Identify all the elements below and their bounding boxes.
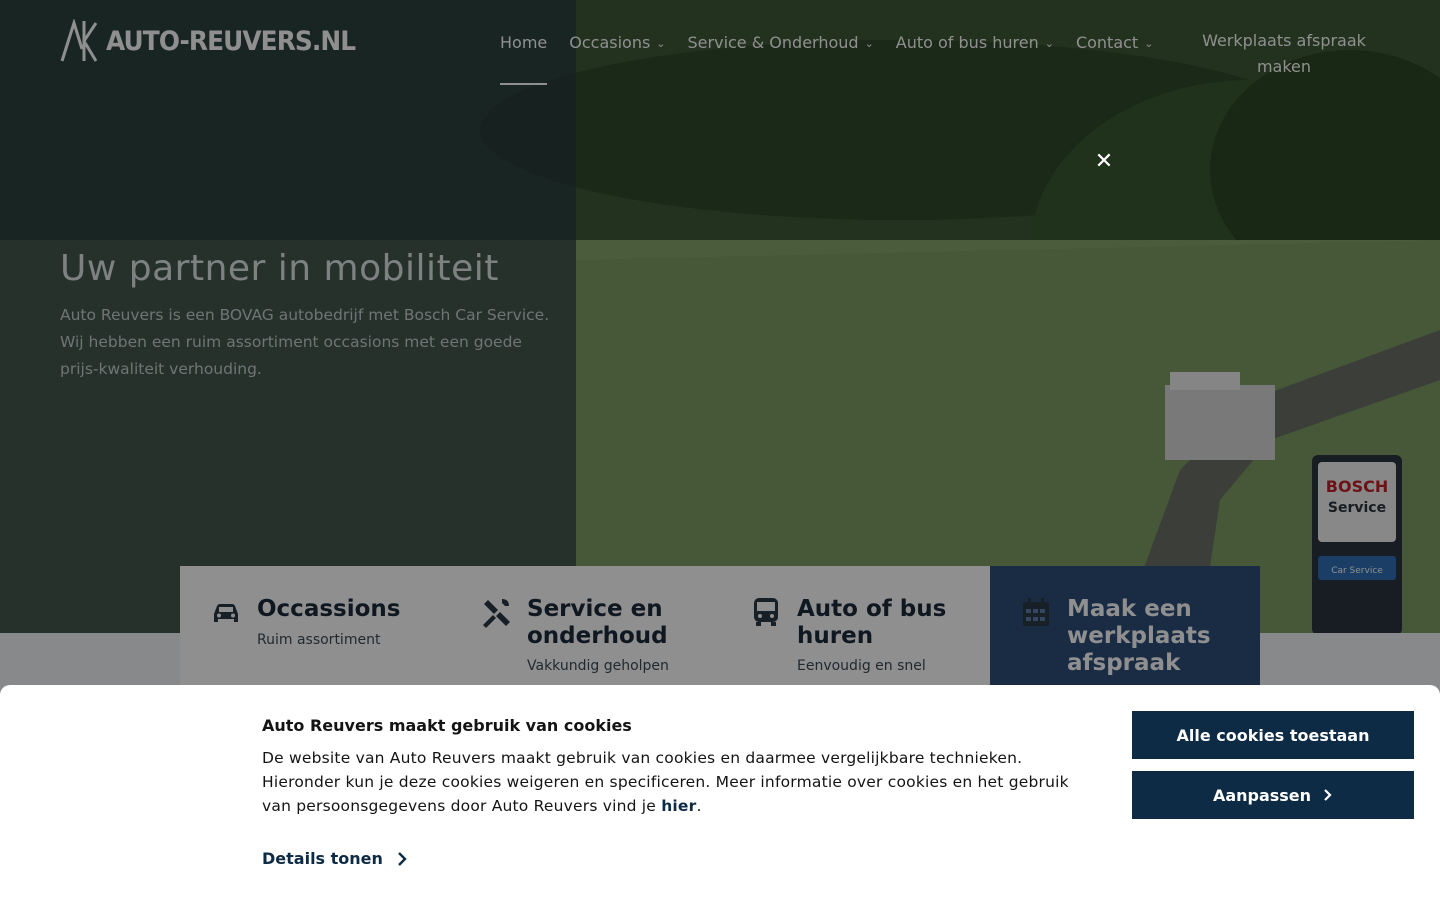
cookie-body-end: . bbox=[696, 797, 702, 815]
cookie-title: Auto Reuvers maakt gebruik van cookies bbox=[262, 716, 632, 735]
customize-cookies-button[interactable]: Aanpassen bbox=[1132, 771, 1414, 819]
cookie-info-link[interactable]: hier bbox=[661, 797, 696, 815]
button-label: Aanpassen bbox=[1212, 785, 1312, 805]
details-toggle[interactable]: Details tonen bbox=[262, 849, 407, 868]
chevron-right-icon bbox=[1324, 789, 1332, 801]
close-icon[interactable]: ✕ bbox=[1092, 150, 1116, 174]
button-label: Alle cookies toestaan bbox=[1176, 725, 1370, 745]
chevron-right-icon bbox=[398, 851, 407, 866]
accept-all-cookies-button[interactable]: Alle cookies toestaan bbox=[1132, 711, 1414, 759]
page: BOSCH Service Car Service AUTO-REUVERS.N… bbox=[0, 0, 1440, 900]
details-label: Details tonen bbox=[262, 849, 383, 868]
cookie-body: De website van Auto Reuvers maakt gebrui… bbox=[262, 746, 1102, 818]
